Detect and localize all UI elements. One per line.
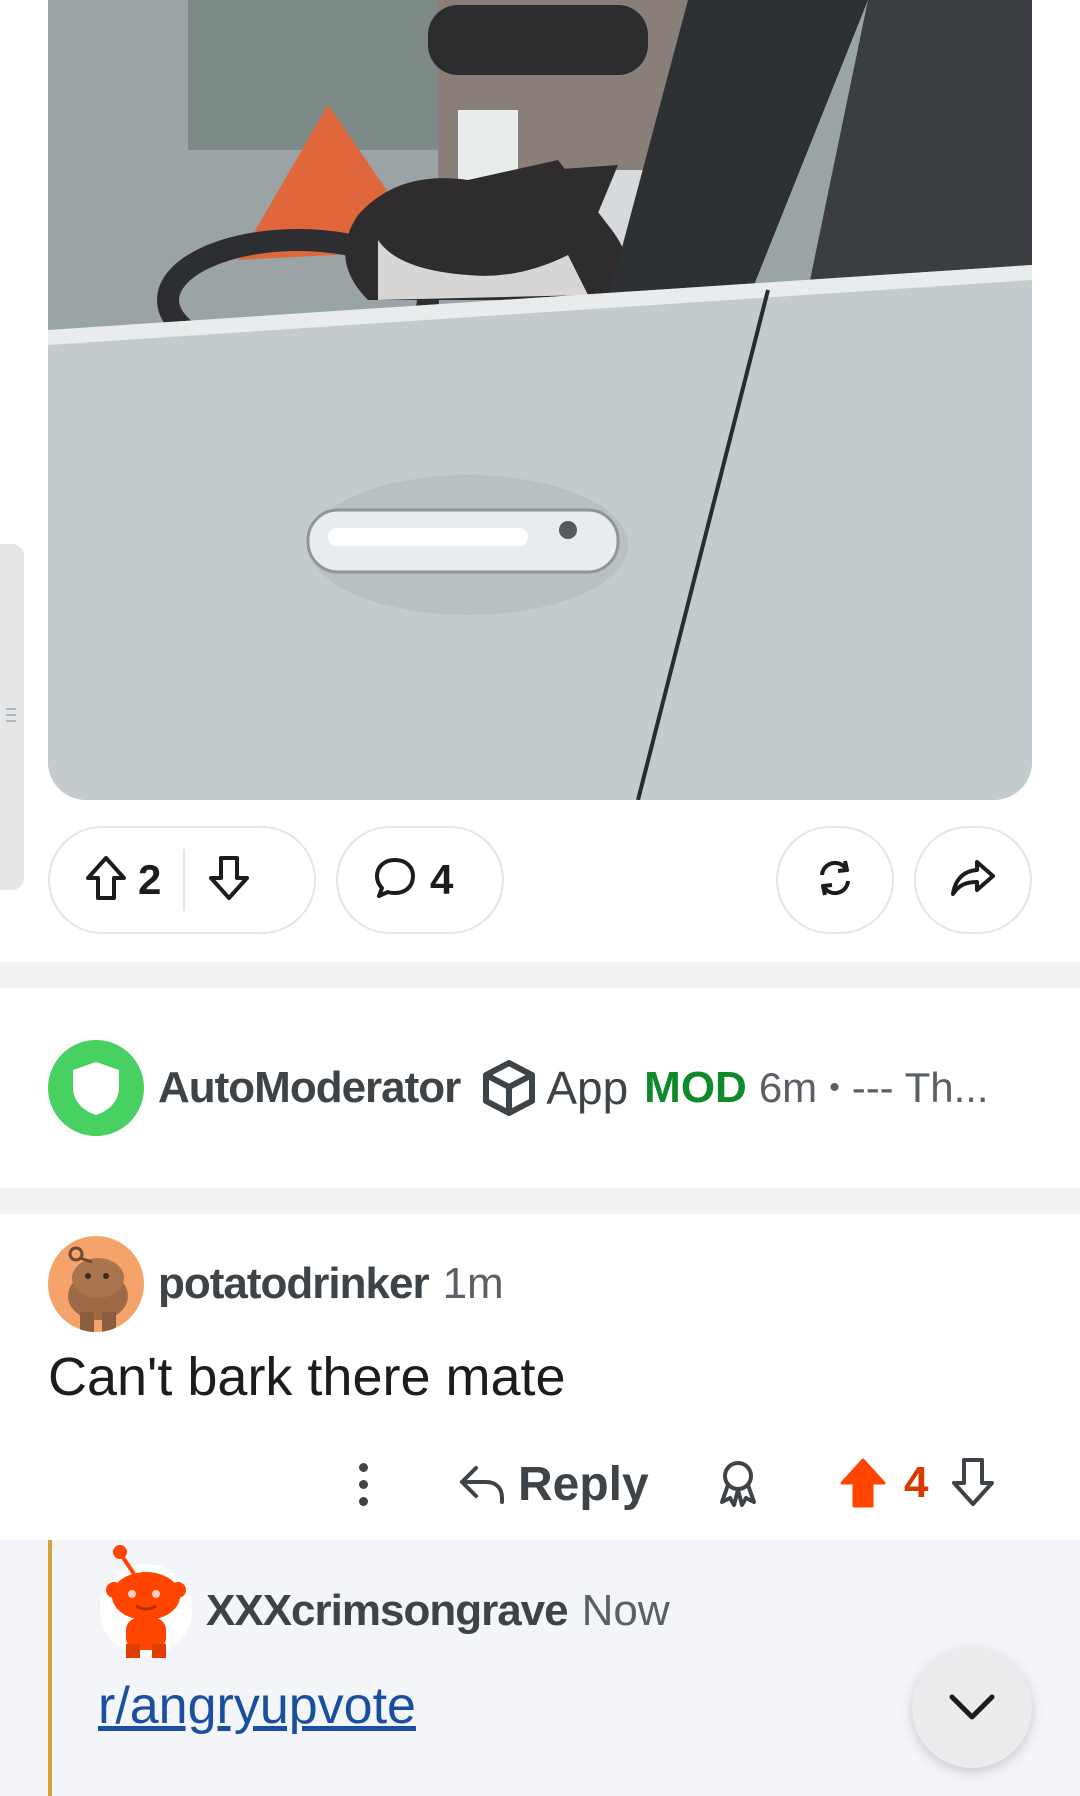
share-button[interactable] (914, 826, 1032, 934)
automod-comment-collapsed[interactable]: AutoModerator App MOD 6m • --- Th... (48, 1040, 989, 1136)
award-icon[interactable] (714, 1458, 762, 1513)
downvote-icon[interactable] (950, 1456, 996, 1513)
post-vote-pill: 2 (48, 826, 316, 934)
crosspost-icon (812, 855, 858, 906)
app-cube-icon (483, 1060, 536, 1116)
comment-icon (372, 855, 418, 906)
avatar[interactable] (48, 1236, 144, 1332)
more-icon[interactable] (342, 1446, 384, 1522)
reply-header: XXXcrimsongrave Now (206, 1586, 670, 1636)
reply-label: Reply (518, 1457, 649, 1511)
reply-time: Now (581, 1586, 670, 1635)
side-drawer-tab[interactable] (0, 544, 24, 890)
collapse-thread-button[interactable] (912, 1648, 1032, 1768)
app-badge: App (480, 1059, 628, 1117)
app-label: App (546, 1062, 629, 1114)
reply-icon (460, 1466, 504, 1504)
section-divider (0, 1188, 1080, 1214)
downvote-icon[interactable] (207, 854, 251, 907)
automod-username[interactable]: AutoModerator (158, 1063, 461, 1113)
section-divider (0, 962, 1080, 988)
subreddit-link[interactable]: r/angryupvote (98, 1676, 416, 1736)
comment-body: Can't bark there mate (48, 1347, 566, 1407)
separator-dot: • (829, 1071, 840, 1104)
dog-in-car-illustration (48, 0, 1032, 800)
chevron-down-icon (949, 1694, 995, 1720)
reply-username[interactable]: XXXcrimsongrave (206, 1586, 569, 1636)
snoo-avatar-icon (68, 1246, 128, 1332)
thread-line[interactable] (48, 1540, 52, 1796)
avatar[interactable] (100, 1545, 192, 1658)
upvote-icon[interactable] (84, 854, 128, 907)
comment-time: 1m (442, 1259, 504, 1308)
post-image[interactable] (48, 0, 1032, 800)
crosspost-button[interactable] (776, 826, 894, 934)
post-score: 2 (138, 856, 162, 903)
vote-divider (183, 849, 186, 911)
automod-preview: --- Th... (851, 1064, 989, 1111)
shield-icon (73, 1062, 119, 1115)
automod-avatar (48, 1040, 144, 1136)
automod-time: 6m (758, 1064, 818, 1111)
comment-username[interactable]: potatodrinker (158, 1259, 430, 1309)
grip-icon (6, 708, 16, 722)
reply-button[interactable]: Reply (458, 1446, 649, 1522)
upvote-filled-icon[interactable] (838, 1456, 888, 1515)
mod-badge: MOD (644, 1063, 747, 1112)
comments-button[interactable]: 4 (336, 826, 504, 934)
comment-header: potatodrinker 1m (48, 1236, 504, 1332)
snoo-avatar-icon (106, 1545, 186, 1658)
share-icon (949, 856, 997, 905)
comment-actions: Reply 4 (0, 1446, 1080, 1522)
comment-score: 4 (904, 1458, 929, 1507)
comment-count: 4 (430, 856, 454, 903)
